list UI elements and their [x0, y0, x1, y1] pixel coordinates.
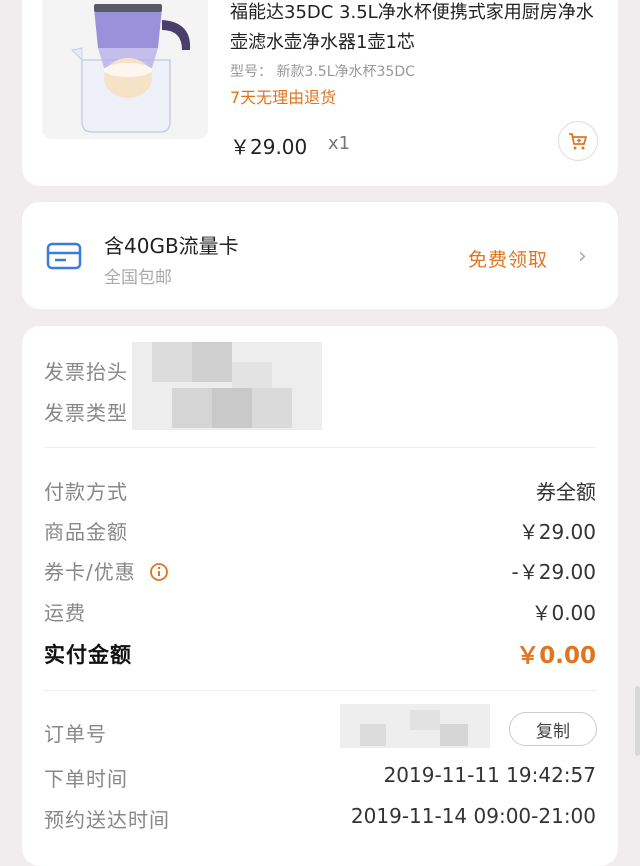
add-to-cart-button[interactable]: [558, 121, 598, 161]
discount-label: 券卡/优惠: [44, 556, 169, 585]
data-card-promo[interactable]: 含40GB流量卡 全国包邮 免费领取 ›: [22, 202, 618, 309]
delivery-time-value: 2019-11-14 09:00-21:00: [350, 804, 596, 828]
order-info-card: 发票抬头 发票类型 付款方式 券全额 商品金额 ￥29.00 券卡/优惠 -￥2…: [22, 326, 618, 866]
order-time-value: 2019-11-11 19:42:57: [383, 763, 596, 787]
promo-subtitle: 全国包邮: [104, 268, 172, 288]
cart-plus-icon: [569, 133, 587, 150]
divider: [44, 690, 596, 691]
product-price: ￥29.00: [230, 135, 308, 159]
paid-amount-label: 实付金额: [44, 643, 132, 667]
payment-method-label: 付款方式: [44, 480, 128, 504]
paid-amount-value: ￥0.00: [516, 643, 596, 669]
scrollbar[interactable]: [635, 686, 640, 756]
divider: [44, 447, 596, 448]
claim-free-button[interactable]: 免费领取: [468, 245, 548, 272]
payment-method-value: 券全额: [536, 480, 596, 504]
shipping-value: ￥0.00: [531, 601, 596, 625]
info-icon[interactable]: [149, 562, 169, 582]
product-model: 型号： 新款3.5L净水杯35DC: [230, 64, 415, 80]
chevron-right-icon[interactable]: ›: [578, 244, 587, 269]
order-time-label: 下单时间: [44, 767, 128, 791]
product-card[interactable]: 福能达35DC 3.5L净水杯便携式家用厨房净水壶滤水壶净水器1壶1芯 型号： …: [22, 0, 618, 186]
invoice-redacted-blur: [132, 342, 322, 430]
product-quantity: x1: [328, 133, 351, 154]
return-policy: 7天无理由退货: [230, 88, 337, 107]
goods-amount-value: ￥29.00: [518, 520, 596, 544]
credit-card-icon: [46, 242, 82, 270]
product-image[interactable]: [42, 0, 208, 139]
order-number-redacted-blur: [340, 704, 490, 748]
goods-amount-label: 商品金额: [44, 520, 128, 544]
product-title[interactable]: 福能达35DC 3.5L净水杯便携式家用厨房净水壶滤水壶净水器1壶1芯: [230, 0, 598, 58]
shipping-label: 运费: [44, 601, 86, 625]
invoice-title-label: 发票抬头: [44, 360, 128, 384]
invoice-type-label: 发票类型: [44, 401, 128, 425]
promo-title: 含40GB流量卡: [104, 234, 239, 258]
discount-value: -￥29.00: [511, 560, 596, 584]
copy-button[interactable]: 复制: [509, 712, 597, 746]
delivery-time-label: 预约送达时间: [44, 808, 170, 832]
discount-label-text: 券卡/优惠: [44, 560, 136, 584]
order-number-label: 订单号: [44, 722, 107, 746]
water-pitcher-image: [42, 0, 208, 139]
